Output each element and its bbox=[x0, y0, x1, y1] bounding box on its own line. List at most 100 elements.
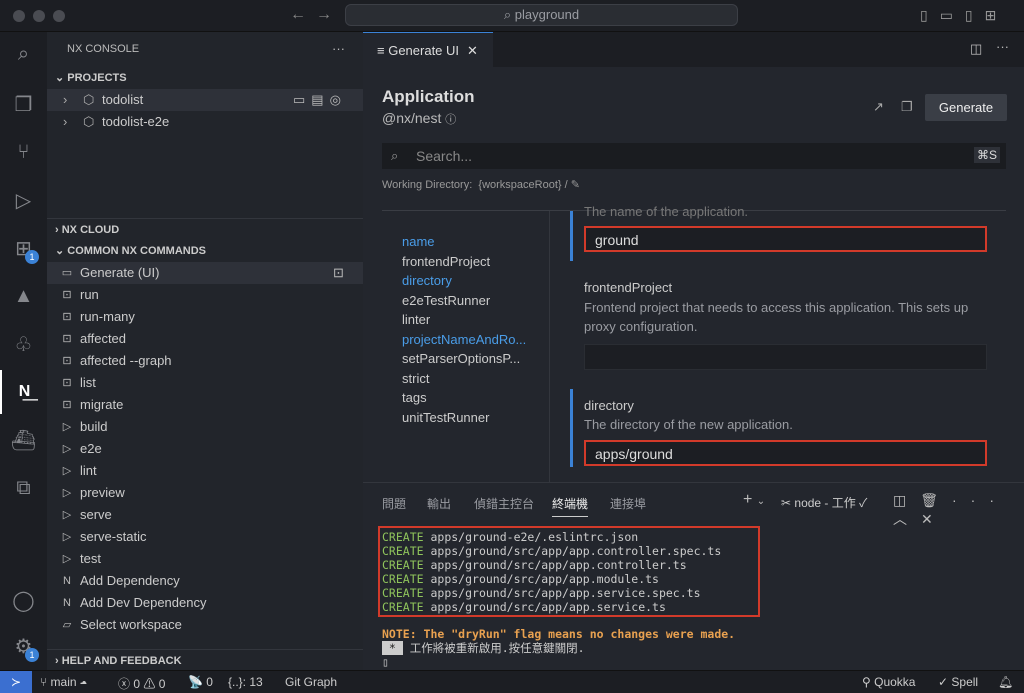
activity-bar: ⌕ ❐ ⑂ ▷ ⊞ 1 ▲ ♧ N͟ ⛴ ⧉ ◯ ⚙ 1 bbox=[0, 32, 47, 670]
terminal-selector[interactable]: ✂ node - 工作 ✓ bbox=[781, 494, 867, 511]
panel-tab[interactable]: 問題 bbox=[382, 495, 406, 512]
source-control-icon[interactable]: ⑂ bbox=[0, 130, 47, 174]
command-item[interactable]: ⊡ run bbox=[47, 284, 363, 306]
term-icon: ⊡ bbox=[62, 289, 72, 301]
more-actions-button[interactable]: ··· bbox=[332, 41, 345, 56]
nx-cloud-section-header[interactable]: › NX CLOUD bbox=[47, 218, 363, 240]
nav-item[interactable]: unitTestRunner bbox=[402, 410, 489, 425]
command-item[interactable]: ⊡ list bbox=[47, 372, 363, 394]
account-icon[interactable]: ◯ bbox=[0, 578, 47, 622]
command-item[interactable]: ▷ preview bbox=[47, 482, 363, 504]
nav-item[interactable]: tags bbox=[402, 390, 427, 405]
bottom-panel: 問題 輸出 偵錯主控台 終端機 連接埠 + ⌄ ✂ node - 工作 ✓ ◫🗑···︿… bbox=[363, 482, 1024, 670]
command-item[interactable]: ▷ test bbox=[47, 548, 363, 570]
copy-icon[interactable]: ❐ bbox=[901, 99, 913, 115]
command-item[interactable]: ▷ lint bbox=[47, 460, 363, 482]
maximize-window-button[interactable] bbox=[53, 10, 65, 22]
panel-tab[interactable]: 終端機 bbox=[552, 495, 589, 517]
panel-tab[interactable]: 連接埠 bbox=[610, 495, 646, 512]
remote-icon[interactable]: ⧉ bbox=[0, 466, 47, 510]
terminal-icon[interactable]: ⊡ bbox=[333, 262, 344, 284]
command-item[interactable]: N Add Dev Dependency bbox=[47, 592, 363, 614]
project-action-icons[interactable]: ▭▤◎ bbox=[293, 89, 347, 111]
command-item[interactable]: ▭ Generate (UI) ⊡ bbox=[47, 262, 363, 284]
projects-section-header[interactable]: ⌄ PROJECTS bbox=[47, 67, 363, 89]
nav-item[interactable]: projectNameAndRo... bbox=[402, 332, 526, 347]
command-item[interactable]: N Add Dependency bbox=[47, 570, 363, 592]
close-window-button[interactable] bbox=[13, 10, 25, 22]
project-item[interactable]: › ⬡ todolist ▭▤◎ bbox=[47, 89, 363, 111]
branch-indicator[interactable]: ⑂ main ☁ bbox=[40, 675, 87, 689]
command-item[interactable]: ▷ serve-static bbox=[47, 526, 363, 548]
split-editor-icon[interactable]: ◫ bbox=[970, 41, 982, 57]
tree-icon[interactable]: ♧ bbox=[0, 322, 47, 366]
play-icon: ▷ bbox=[62, 509, 72, 521]
nav-item[interactable]: strict bbox=[402, 371, 429, 386]
command-item[interactable]: ⊡ run-many bbox=[47, 306, 363, 328]
field-focus-indicator bbox=[570, 211, 573, 261]
spell-indicator[interactable]: ✓ Spell bbox=[938, 675, 978, 689]
docker-icon[interactable]: ⛴ bbox=[0, 418, 47, 462]
terminal-line: CREATE apps/ground/src/app/app.service.t… bbox=[382, 600, 666, 614]
command-item[interactable]: ▷ build bbox=[47, 416, 363, 438]
project-item[interactable]: › ⬡ todolist-e2e bbox=[47, 111, 363, 133]
panel-tab[interactable]: 輸出 bbox=[427, 495, 451, 512]
nav-item[interactable]: name bbox=[402, 234, 435, 249]
panel-tab[interactable]: 偵錯主控台 bbox=[474, 495, 534, 512]
command-item[interactable]: ⊡ migrate bbox=[47, 394, 363, 416]
back-arrow-icon[interactable]: ← bbox=[290, 6, 306, 24]
notifications-bell-icon[interactable]: 🔔︎ bbox=[998, 675, 1013, 689]
field-focus-indicator bbox=[570, 389, 573, 467]
nav-item[interactable]: frontendProject bbox=[402, 254, 490, 269]
nav-item[interactable]: linter bbox=[402, 312, 430, 327]
extensions-icon[interactable]: ⊞ 1 bbox=[0, 226, 47, 270]
check-icon: ✓ bbox=[859, 496, 868, 510]
terminal-line: CREATE apps/ground-e2e/.eslintrc.json bbox=[382, 530, 639, 544]
close-icon[interactable]: ✕ bbox=[467, 43, 478, 58]
nx-icon[interactable]: N͟ bbox=[0, 370, 47, 414]
nx-icon: N bbox=[63, 575, 71, 587]
symbols-indicator[interactable]: {..}: 13 bbox=[228, 675, 263, 689]
command-item[interactable]: ▷ e2e bbox=[47, 438, 363, 460]
chevron-right-icon: › bbox=[63, 92, 68, 107]
layout-toggle-icons[interactable]: ▯▭▯⊞ bbox=[920, 7, 1008, 24]
generate-button[interactable]: Generate bbox=[925, 94, 1007, 121]
new-terminal-icon[interactable]: + ⌄ bbox=[743, 491, 765, 509]
nav-item[interactable]: e2eTestRunner bbox=[402, 293, 490, 308]
files-icon[interactable]: ❐ bbox=[0, 82, 47, 126]
search-icon[interactable]: ⌕ bbox=[0, 32, 47, 76]
remote-indicator-icon[interactable]: ≻ bbox=[0, 671, 32, 693]
command-item[interactable]: ▷ serve bbox=[47, 504, 363, 526]
command-item[interactable]: ⊡ affected bbox=[47, 328, 363, 350]
forward-arrow-icon[interactable]: → bbox=[316, 6, 332, 24]
command-item[interactable]: ▱ Select workspace bbox=[47, 614, 363, 636]
info-icon[interactable]: ⓘ bbox=[445, 114, 456, 126]
angular-icon[interactable]: ▲ bbox=[0, 274, 47, 318]
settings-gear-icon[interactable]: ⚙ 1 bbox=[0, 624, 47, 668]
help-section-header[interactable]: › HELP AND FEEDBACK bbox=[47, 649, 363, 671]
nav-item[interactable]: directory bbox=[402, 273, 452, 288]
problems-indicator[interactable]: ⓧ 0 ⚠ 0 bbox=[118, 675, 165, 692]
git-graph-button[interactable]: Git Graph bbox=[285, 675, 337, 689]
nav-item[interactable]: setParserOptionsP... bbox=[402, 351, 520, 366]
run-debug-icon[interactable]: ▷ bbox=[0, 178, 47, 222]
minimize-window-button[interactable] bbox=[33, 10, 45, 22]
command-center-search[interactable]: ⌕ playground bbox=[345, 4, 738, 26]
ports-indicator[interactable]: 📡 0 bbox=[188, 675, 213, 689]
panel-actions[interactable]: ◫🗑···︿✕ bbox=[893, 492, 1024, 529]
quokka-indicator[interactable]: ⚲ Quokka bbox=[862, 675, 915, 689]
command-item[interactable]: ⊡ affected --graph bbox=[47, 350, 363, 372]
chevron-right-icon: › bbox=[63, 114, 68, 129]
commands-section-header[interactable]: ⌄ COMMON NX COMMANDS bbox=[47, 240, 363, 262]
tab-generate-ui[interactable]: ≡ Generate UI ✕ bbox=[363, 32, 493, 67]
search-input[interactable]: ⌕ Search... ⌘S bbox=[382, 143, 1006, 169]
frontend-project-field[interactable] bbox=[584, 344, 987, 370]
more-icon[interactable]: ··· bbox=[996, 39, 1009, 54]
edit-pencil-icon[interactable]: ✎ bbox=[571, 179, 580, 191]
name-field[interactable]: ground bbox=[584, 226, 987, 252]
open-external-icon[interactable]: ↗ bbox=[873, 99, 884, 115]
terminal-cursor[interactable]: ▯ bbox=[382, 655, 389, 669]
terminal-line: CREATE apps/ground/src/app/app.module.ts bbox=[382, 572, 659, 586]
package-icon: ⬡ bbox=[83, 92, 95, 107]
directory-field[interactable]: apps/ground bbox=[584, 440, 987, 466]
